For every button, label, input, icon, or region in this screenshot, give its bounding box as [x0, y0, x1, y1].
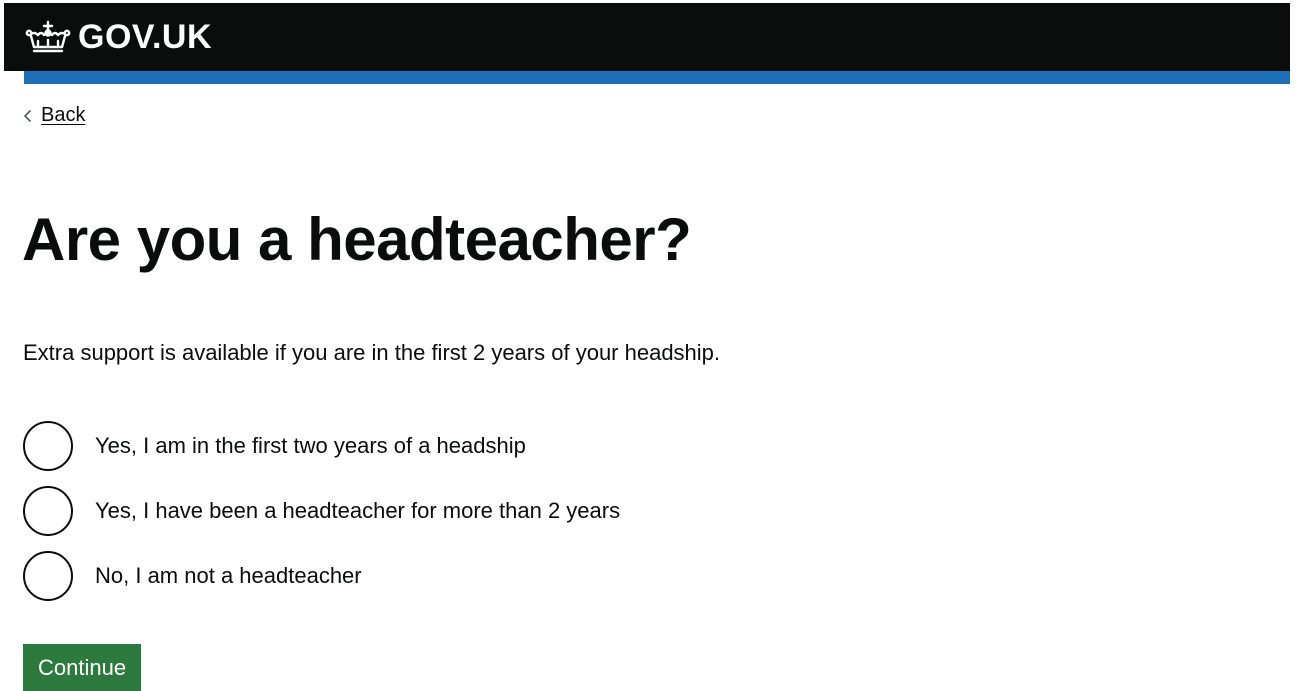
logo-text: GOV.UK: [78, 17, 213, 56]
crown-icon: [25, 20, 71, 53]
radio-button[interactable]: [23, 550, 73, 601]
radio-button[interactable]: [23, 485, 73, 536]
back-link-label: Back: [41, 104, 86, 126]
page-title: Are you a headteacher?: [22, 206, 692, 273]
radio-button[interactable]: [23, 420, 73, 471]
radio-label[interactable]: No, I am not a headteacher: [95, 561, 362, 591]
radio-option-more-than-two-years[interactable]: Yes, I have been a headteacher for more …: [23, 484, 620, 537]
radio-label[interactable]: Yes, I have been a headteacher for more …: [95, 496, 620, 526]
continue-button[interactable]: Continue: [23, 644, 142, 691]
radio-label[interactable]: Yes, I am in the first two years of a he…: [95, 431, 526, 461]
radio-option-not-headteacher[interactable]: No, I am not a headteacher: [23, 549, 620, 602]
headteacher-radio-group: Yes, I am in the first two years of a he…: [23, 419, 620, 614]
govuk-logo-link[interactable]: GOV.UK: [24, 18, 212, 57]
chevron-left-icon: [23, 109, 32, 122]
header-accent-stripe: [24, 71, 1290, 84]
question-hint: Extra support is available if you are in…: [23, 340, 721, 365]
radio-option-first-two-years[interactable]: Yes, I am in the first two years of a he…: [23, 419, 620, 472]
site-header: GOV.UK: [4, 3, 1290, 71]
back-link[interactable]: Back: [23, 104, 85, 127]
